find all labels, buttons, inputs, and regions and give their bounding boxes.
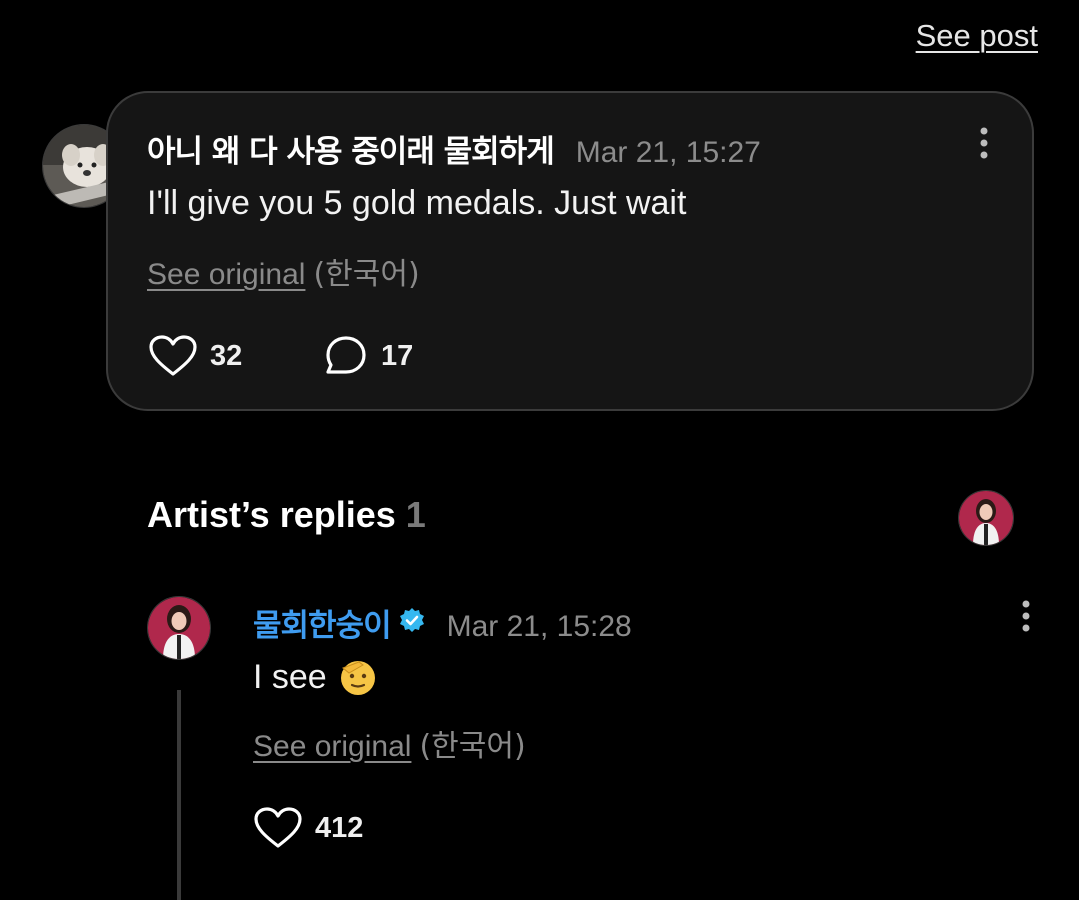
reply-header: 물회한숭이 Mar 21, 15:28: [253, 600, 632, 645]
reply-more-button[interactable]: [1016, 597, 1036, 637]
reply-like-button[interactable]: 412: [253, 806, 363, 850]
artist-replies-label: Artist’s replies: [147, 494, 396, 535]
heart-icon: [149, 335, 197, 376]
comment-text: I'll give you 5 gold medals. Just wait: [147, 184, 687, 222]
artist-replies-count: 1: [405, 494, 426, 535]
original-language: (한국어): [313, 257, 420, 292]
more-vertical-icon: [980, 127, 988, 159]
artist-avatar-small[interactable]: [958, 490, 1014, 546]
reply-thread-line: [177, 690, 181, 900]
artist-replies-title: Artist’s replies 1: [147, 494, 426, 536]
comment-bubble-icon: [326, 336, 366, 374]
reply-timestamp: Mar 21, 15:28: [446, 610, 632, 643]
comment-header: 아니 왜 다 사용 중이래 물회하게 Mar 21, 15:27: [147, 126, 761, 171]
heart-icon: [254, 807, 302, 848]
see-post-link[interactable]: See post: [916, 18, 1038, 54]
saluting-face-icon: [340, 661, 375, 695]
reply-see-original: See original (한국어): [253, 721, 526, 765]
comment-like-count: 32: [210, 339, 243, 372]
comment-author[interactable]: 아니 왜 다 사용 중이래 물회하게: [147, 126, 555, 171]
comment-more-button[interactable]: [974, 124, 994, 164]
reply-original-language: (한국어): [419, 729, 526, 764]
comment-see-original: See original (한국어): [147, 249, 420, 293]
comment-like-button[interactable]: 32: [148, 334, 242, 378]
reply-see-original-link[interactable]: See original: [253, 730, 411, 763]
reply-author[interactable]: 물회한숭이: [253, 600, 392, 645]
more-vertical-icon: [1022, 600, 1030, 632]
comment-reply-button[interactable]: 17: [323, 334, 413, 378]
artist-avatar-image: [959, 491, 1013, 545]
reply-author-avatar[interactable]: [147, 596, 211, 660]
reply-text-line: I see 🫡: [253, 656, 379, 698]
comment-reply-count: 17: [381, 339, 414, 372]
comment-timestamp: Mar 21, 15:27: [575, 136, 761, 169]
artist-avatar-image: [148, 597, 210, 659]
reply-like-count: 412: [315, 811, 364, 844]
reply-text: I see: [253, 657, 327, 696]
see-original-link[interactable]: See original: [147, 258, 305, 291]
verified-badge-icon: [397, 606, 427, 641]
